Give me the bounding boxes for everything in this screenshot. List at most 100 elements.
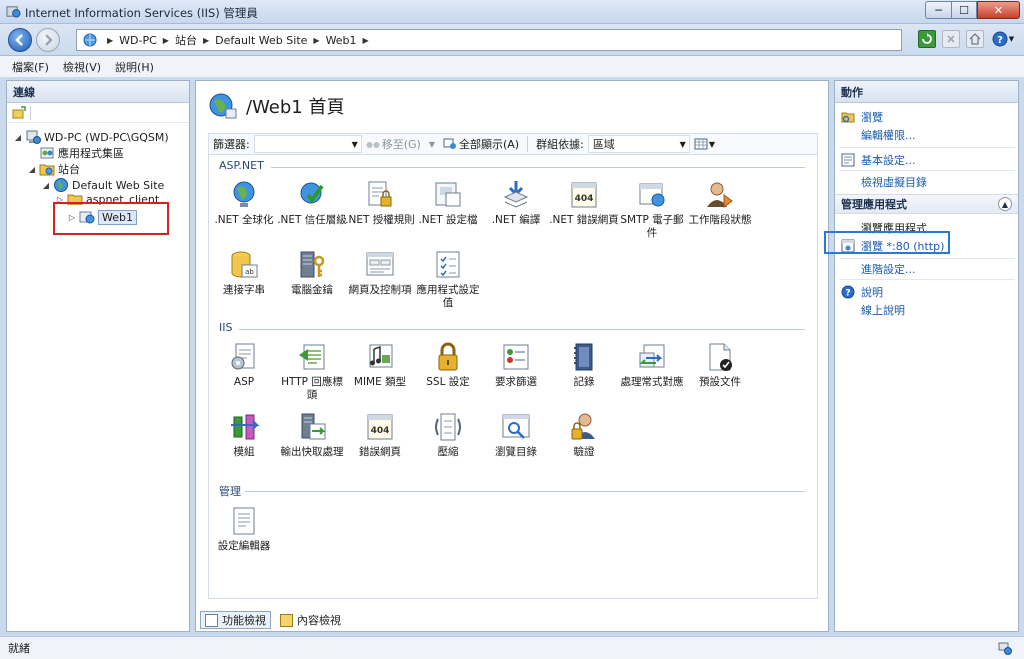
globe-icon — [83, 33, 97, 47]
home-button[interactable] — [966, 30, 984, 48]
breadcrumb-item-server[interactable]: WD-PC — [119, 34, 157, 47]
tree-node-default-web-site[interactable]: ◢ Default Web Site — [41, 177, 164, 193]
feature-connection-strings[interactable]: ab 連接字串 — [209, 249, 279, 297]
view-mode-button[interactable]: ▼ — [690, 138, 719, 150]
section-aspnet-label: ASP.NET — [219, 159, 264, 172]
manage-application-group: 管理應用程式 ▲ — [835, 194, 1018, 214]
action-advanced-settings[interactable]: 進階設定... — [861, 261, 916, 277]
home-icon — [969, 33, 981, 45]
feature-net-error-pages[interactable]: 404 .NET 錯誤網頁 — [549, 179, 619, 227]
action-basic-settings[interactable]: 基本設定... — [841, 152, 916, 168]
feature-mime-types[interactable]: MIME 類型 — [345, 341, 415, 389]
group-by-select[interactable]: 區域 ▼ — [587, 135, 690, 153]
go-button[interactable]: 移至(G) — [362, 136, 425, 152]
feature-net-trust-levels[interactable]: .NET 信任層級 — [277, 179, 347, 227]
feature-http-response-headers[interactable]: HTTP 回應標頭 — [277, 341, 347, 402]
navigation-bar: ▶ WD-PC ▶ 站台 ▶ Default Web Site ▶ Web1 ▶… — [0, 24, 1024, 56]
maximize-button[interactable]: ☐ — [951, 1, 977, 19]
feature-logging[interactable]: 記錄 — [549, 341, 619, 389]
show-all-button[interactable]: 全部顯示(A) — [439, 136, 523, 152]
feature-session-state[interactable]: 工作階段狀態 — [685, 179, 755, 227]
modules-icon — [231, 414, 260, 440]
action-explore[interactable]: 瀏覽 — [841, 109, 883, 125]
feature-authentication[interactable]: 驗證 — [549, 411, 619, 459]
machine-key-icon — [300, 251, 325, 278]
handler-mappings-icon — [639, 344, 665, 368]
filter-input[interactable]: ▼ — [253, 135, 362, 153]
tree-node-sites[interactable]: ◢ 站台 — [27, 161, 80, 177]
svg-text:404: 404 — [575, 194, 594, 204]
feature-request-filtering[interactable]: 要求篩選 — [481, 341, 551, 389]
chevron-down-icon: ▼ — [1008, 35, 1015, 43]
menu-file[interactable]: 檔案(F) — [12, 59, 49, 75]
feature-error-pages[interactable]: 404 錯誤網頁 — [345, 411, 415, 459]
collapse-arrow-icon[interactable]: ◢ — [41, 181, 51, 190]
collapse-arrow-icon[interactable]: ◢ — [13, 133, 23, 142]
tab-content-view[interactable]: 內容檢視 — [275, 611, 346, 629]
connections-header: 連線 — [7, 81, 189, 103]
action-online-help[interactable]: 線上說明 — [861, 302, 905, 318]
network-status-icon — [998, 642, 1012, 655]
back-button[interactable] — [8, 28, 32, 52]
menu-help[interactable]: 說明(H) — [115, 59, 154, 75]
feature-smtp-email[interactable]: SMTP 電子郵件 — [617, 179, 687, 240]
feature-compression[interactable]: 壓縮 — [413, 411, 483, 459]
feature-application-settings[interactable]: 應用程式設定值 — [413, 249, 483, 310]
features-area: ASP.NET .NET 全球化 .NET 信任層級 .NET 授權規則 .NE… — [208, 155, 818, 599]
breadcrumb-item-sites[interactable]: 站台 — [175, 32, 197, 48]
group-by-label: 群組依據: — [536, 138, 584, 151]
breadcrumb-separator-icon: ▶ — [313, 35, 320, 45]
sites-folder-icon — [39, 164, 55, 176]
collapse-chevron-icon[interactable]: ▲ — [998, 197, 1012, 211]
server-icon — [26, 130, 41, 144]
feature-asp[interactable]: ASP — [209, 341, 279, 389]
tree-label: 站台 — [58, 163, 80, 176]
feature-configuration-editor[interactable]: 設定編輯器 — [209, 505, 279, 553]
stop-button[interactable] — [942, 30, 960, 48]
features-panel: /Web1 首頁 篩選器: ▼ 移至(G) ▼ 全部顯示(A) 群組依據: 區域… — [195, 80, 829, 632]
help-dropdown-button[interactable]: ? ▼ — [990, 30, 1016, 48]
app-pools-icon — [40, 147, 54, 159]
feature-net-globalization[interactable]: .NET 全球化 — [209, 179, 279, 227]
breadcrumb-separator-icon: ▶ — [362, 35, 369, 45]
feature-net-compilation[interactable]: .NET 編譯 — [481, 179, 551, 227]
new-connection-icon[interactable] — [12, 105, 26, 120]
menu-view[interactable]: 檢視(V) — [63, 59, 101, 75]
breadcrumb-separator-icon: ▶ — [107, 35, 114, 45]
refresh-button[interactable] — [918, 30, 936, 48]
action-view-virtual-directories[interactable]: 檢視虛擬目錄 — [861, 174, 927, 190]
feature-directory-browsing[interactable]: 瀏覽目錄 — [481, 411, 551, 459]
feature-machine-key[interactable]: 電腦金鑰 — [277, 249, 347, 297]
pages-controls-icon — [366, 252, 394, 276]
breadcrumb-item-web1[interactable]: Web1 — [326, 34, 357, 47]
output-caching-icon — [301, 413, 326, 440]
minimize-button[interactable]: ─ — [925, 1, 951, 19]
address-bar[interactable]: ▶ WD-PC ▶ 站台 ▶ Default Web Site ▶ Web1 ▶ — [76, 29, 902, 51]
content-view-icon — [280, 613, 293, 627]
basic-settings-icon — [841, 153, 855, 167]
feature-output-caching[interactable]: 輸出快取處理 — [277, 411, 347, 459]
close-button[interactable]: ✕ — [977, 1, 1020, 19]
feature-net-authorization-rules[interactable]: .NET 授權規則 — [345, 179, 415, 227]
tab-features-view[interactable]: 功能檢視 — [200, 611, 271, 629]
go-dropdown-icon[interactable]: ▼ — [425, 140, 439, 149]
tree-node-app-pools[interactable]: 應用程式集區 — [27, 145, 124, 161]
authorization-rules-icon — [368, 181, 392, 207]
collapse-arrow-icon[interactable]: ◢ — [27, 165, 37, 174]
feature-handler-mappings[interactable]: 處理常式對應 — [617, 341, 687, 389]
ssl-lock-icon — [438, 342, 458, 371]
iis-app-icon — [6, 6, 21, 18]
action-help[interactable]: ? 說明 — [841, 284, 883, 300]
forward-button[interactable] — [36, 28, 60, 52]
error-pages-icon: 404 — [571, 182, 597, 208]
feature-default-document[interactable]: 預設文件 — [685, 341, 755, 389]
action-edit-permissions[interactable]: 編輯權限... — [861, 127, 916, 143]
feature-net-profile[interactable]: .NET 設定檔 — [413, 179, 483, 227]
feature-pages-controls[interactable]: 網頁及控制項 — [345, 249, 415, 297]
feature-modules[interactable]: 模組 — [209, 411, 279, 459]
tree-node-server[interactable]: ◢ WD-PC (WD-PC\GQSM) — [13, 129, 169, 145]
svg-text:404: 404 — [371, 426, 390, 436]
breadcrumb-item-default-web-site[interactable]: Default Web Site — [215, 34, 307, 47]
feature-ssl-settings[interactable]: SSL 設定 — [413, 341, 483, 389]
globe-icon — [209, 93, 237, 119]
